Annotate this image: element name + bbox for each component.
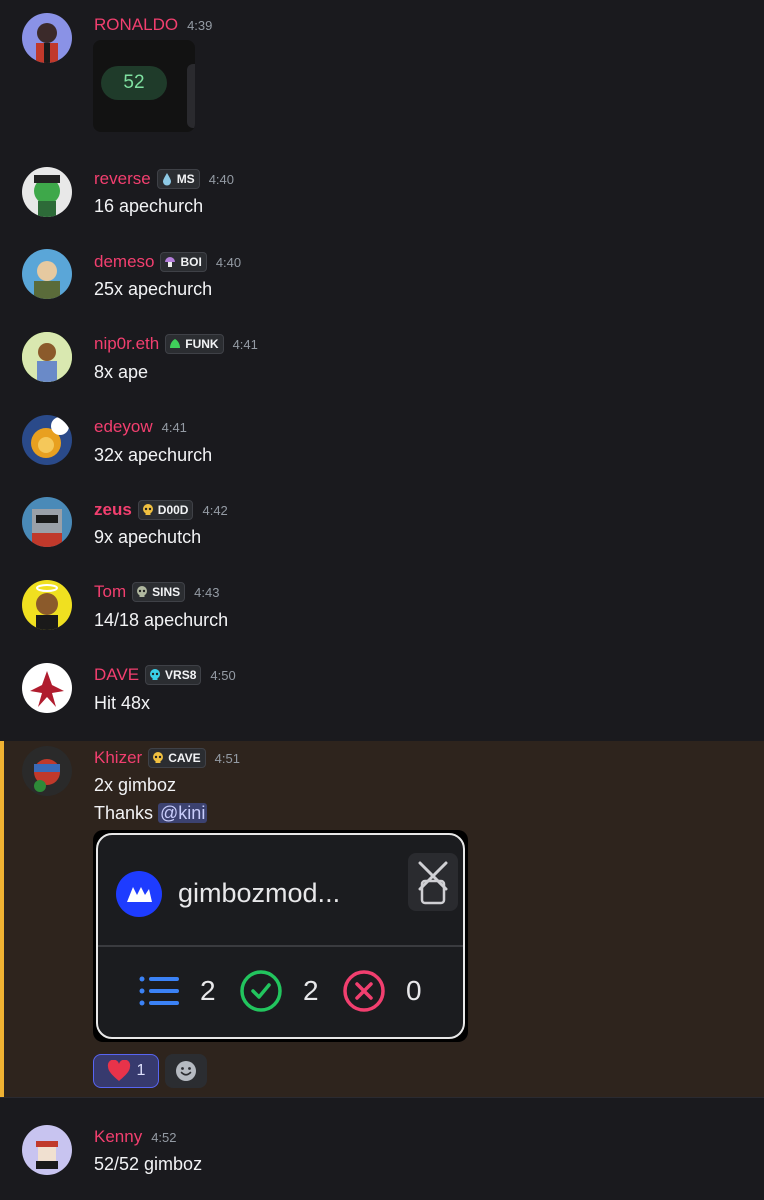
skull-icon	[142, 504, 153, 515]
skull-icon	[153, 752, 164, 763]
slime-icon	[170, 339, 181, 348]
timestamp: 4:41	[161, 419, 187, 435]
message-text: Hit 48x	[94, 693, 151, 713]
server-tag[interactable]: SINS	[132, 582, 186, 602]
mention-highlight-bar	[0, 741, 4, 1097]
timestamp: 4:42	[202, 502, 228, 518]
reactions: 1	[93, 1054, 207, 1088]
message-text: Thanks	[94, 803, 159, 823]
username[interactable]: DAVE	[94, 665, 139, 685]
server-tag[interactable]: BOI	[160, 252, 207, 272]
server-tag-label: BOI	[180, 255, 202, 269]
username[interactable]: edeyow	[94, 417, 153, 437]
username[interactable]: reverse	[94, 169, 151, 189]
smiley-icon	[176, 1061, 196, 1081]
username[interactable]: RONALDO	[94, 15, 178, 35]
timestamp: 4:52	[151, 1129, 177, 1145]
avatar[interactable]	[22, 1125, 72, 1175]
avatar[interactable]	[22, 415, 72, 465]
server-tag-label: VRS8	[165, 668, 197, 682]
avatar[interactable]	[22, 663, 72, 713]
skull-icon	[137, 586, 148, 597]
server-tag[interactable]: CAVE	[148, 748, 206, 768]
avatar[interactable]	[22, 167, 72, 217]
mushroom-icon	[165, 257, 176, 267]
server-tag-label: CAVE	[168, 751, 201, 765]
username[interactable]: Kenny	[94, 1127, 142, 1147]
water-drop-icon	[162, 173, 171, 186]
message-text: 14/18 apechurch	[94, 610, 229, 630]
timestamp: 4:39	[187, 17, 213, 33]
username[interactable]: nip0r.eth	[94, 334, 159, 354]
message-text: 8x ape	[94, 362, 149, 382]
add-reaction-button[interactable]	[165, 1054, 207, 1088]
server-tag[interactable]: FUNK	[165, 334, 224, 354]
server-tag[interactable]: D00D	[137, 500, 194, 520]
heart-icon	[107, 1060, 130, 1081]
timestamp: 4:40	[208, 171, 234, 187]
server-tag-label: SINS	[152, 585, 181, 599]
avatar[interactable]	[22, 13, 72, 63]
skull-icon	[150, 669, 161, 680]
list-icon	[139, 976, 179, 1006]
card-divider	[98, 945, 463, 947]
message-text: 2x gimboz	[94, 775, 177, 795]
message-text: 52/52 gimboz	[94, 1154, 203, 1174]
list-count: 2	[200, 975, 216, 1006]
avatar[interactable]	[22, 746, 72, 796]
message-text-line2: Thanks @kini	[94, 803, 208, 824]
username[interactable]: zeus	[94, 500, 132, 520]
message-text: 16 apechurch	[94, 196, 204, 216]
image-attachment[interactable]: gimbozmod... 2 2 0	[93, 830, 468, 1042]
avatar[interactable]	[22, 497, 72, 547]
server-tag[interactable]: MS	[156, 169, 200, 189]
check-circle-icon	[240, 970, 282, 1012]
message-text: 9x apechutch	[94, 527, 202, 547]
timestamp: 4:51	[214, 750, 240, 766]
username[interactable]: Khizer	[94, 748, 142, 768]
app-title: gimbozmod...	[178, 878, 341, 908]
close-edit-icon	[408, 853, 458, 911]
x-circle-icon	[343, 970, 385, 1012]
message-text: 25x apechurch	[94, 279, 213, 299]
message-text: 32x apechurch	[94, 445, 213, 465]
success-count: 2	[303, 975, 319, 1006]
server-tag-label: MS	[176, 172, 195, 186]
username[interactable]: demeso	[94, 252, 154, 272]
timestamp: 4:43	[194, 584, 220, 600]
avatar[interactable]	[22, 332, 72, 382]
reaction-count: 1	[136, 1062, 146, 1079]
attachment-edge	[187, 64, 195, 128]
avatar[interactable]	[22, 249, 72, 299]
server-tag-label: D00D	[157, 503, 189, 517]
timestamp: 4:40	[215, 254, 242, 270]
message-divider	[0, 1097, 764, 1098]
server-tag-label: FUNK	[185, 337, 219, 351]
app-logo-icon	[116, 871, 162, 917]
heart-reaction[interactable]: 1	[93, 1054, 159, 1088]
user-mention[interactable]: @kini	[158, 803, 208, 823]
avatar[interactable]	[22, 580, 72, 630]
timestamp: 4:41	[232, 336, 258, 352]
image-attachment[interactable]: 52	[93, 40, 195, 132]
app-card: gimbozmod... 2 2 0	[96, 833, 465, 1039]
timestamp: 4:50	[210, 667, 236, 683]
username[interactable]: Tom	[94, 582, 126, 602]
server-tag[interactable]: VRS8	[145, 665, 202, 685]
fail-count: 0	[406, 975, 422, 1006]
score-pill: 52	[101, 66, 167, 100]
